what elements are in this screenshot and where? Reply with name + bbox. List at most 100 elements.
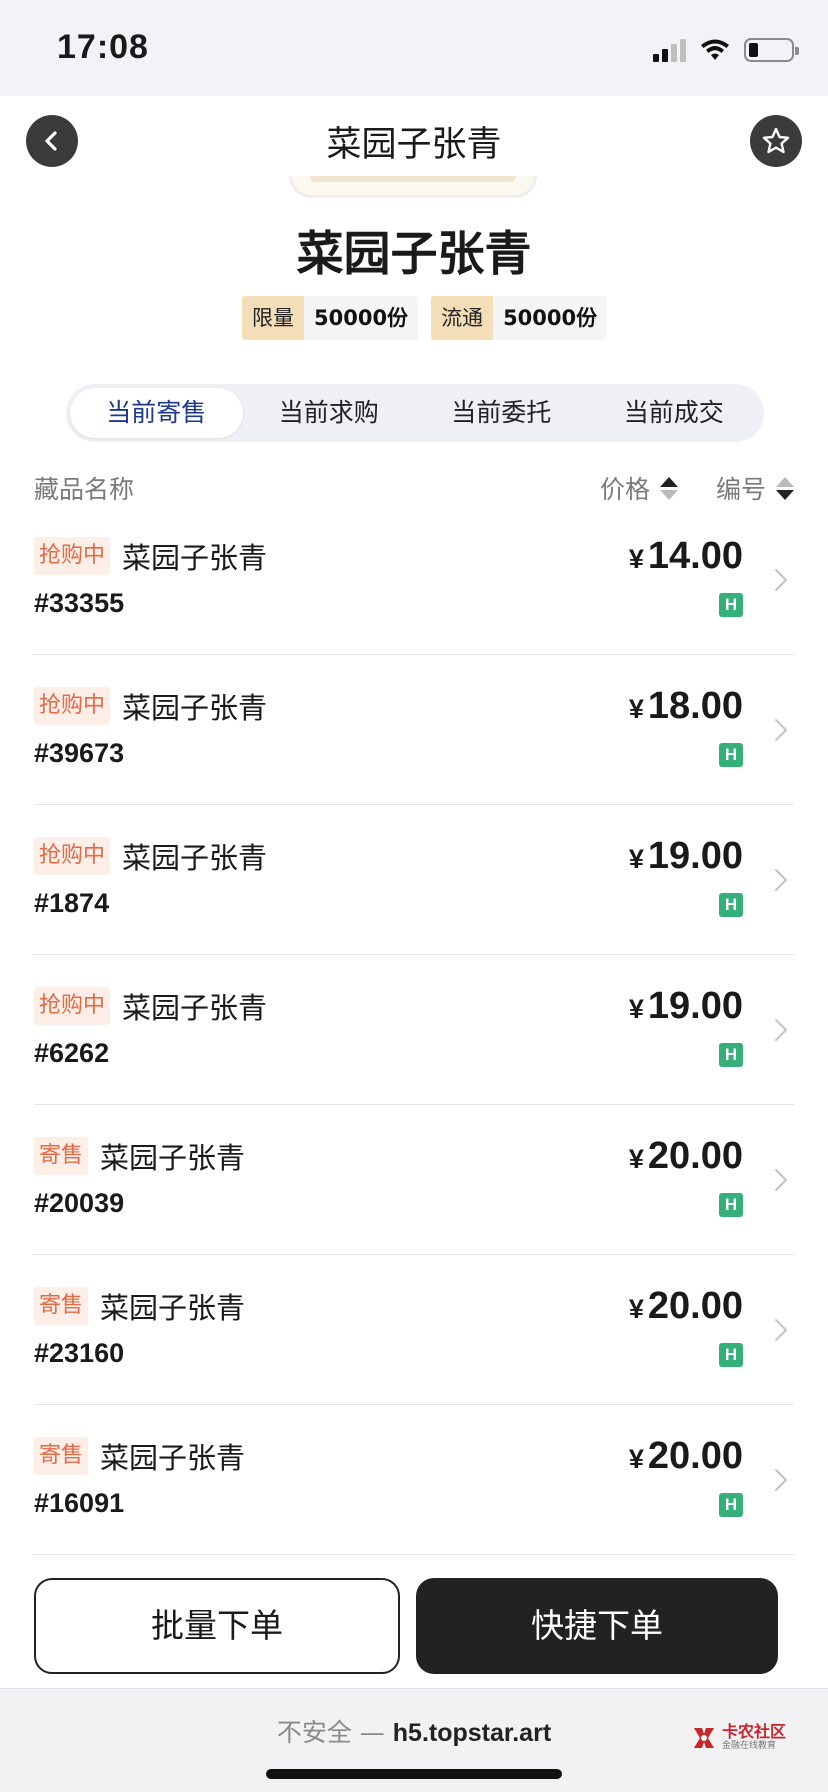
chain-badge: H [719,593,743,617]
listing-serial: #20039 [34,1188,125,1218]
listing-serial: #23160 [34,1338,125,1368]
collectible-image [289,176,537,198]
home-indicator[interactable] [266,1769,562,1779]
wifi-icon [701,39,729,60]
watermark-logo-icon [690,1724,718,1752]
list-header: 藏品名称 价格 编号 [34,466,794,506]
price-amount: 19.00 [647,835,743,877]
listing-serial: #33355 [34,588,125,618]
listing-name: 菜园子张青 [122,541,268,575]
column-price: 价格 [599,475,650,504]
listing-price: ¥20.00 [629,1135,743,1178]
listing-row[interactable]: 寄售 菜园子张青 #16091 ¥20.00 H [34,1405,794,1555]
listing-row[interactable]: 寄售 菜园子张青 #20039 ¥20.00 H [34,1105,794,1255]
price-amount: 18.00 [647,685,743,727]
sort-icon [776,476,794,500]
status-tag: 抢购中 [34,537,111,575]
tab-current-deal[interactable]: 当前成交 [588,388,761,438]
price-amount: 20.00 [647,1435,743,1477]
market-tabs: 当前寄售 当前求购 当前委托 当前成交 [66,384,764,442]
status-tag: 寄售 [34,1287,89,1325]
stat-label: 流通 [431,296,494,340]
quick-order-button[interactable]: 快捷下单 [416,1578,778,1674]
listing-price: ¥19.00 [629,985,743,1028]
listing-serial: #39673 [34,738,125,768]
status-icons [653,36,799,64]
listing-serial: #1874 [34,888,110,918]
batch-order-button[interactable]: 批量下单 [34,1578,400,1674]
watermark: 卡农社区 金融在线教育 [690,1723,786,1752]
listing-price: ¥18.00 [629,685,743,728]
currency-symbol: ¥ [628,544,644,574]
listing-name: 菜园子张青 [122,841,268,875]
tab-current-order[interactable]: 当前委托 [415,388,588,438]
chevron-right-icon [774,1018,788,1046]
listing-name: 菜园子张青 [100,1141,246,1175]
listing-name: 菜园子张青 [100,1291,246,1325]
listing-row[interactable]: 抢购中 菜园子张青 #39673 ¥18.00 H [34,655,794,805]
listing-price: ¥19.00 [629,835,743,878]
listing-price: ¥14.00 [629,535,743,578]
browser-address-bar: 不安全 — h5.topstar.art 卡农社区 金融在线教育 [0,1688,828,1792]
page-header: 菜园子张青 [0,96,828,184]
status-tag: 寄售 [34,1137,89,1175]
column-number: 编号 [715,475,766,504]
listing-name: 菜园子张青 [122,991,268,1025]
price-amount: 14.00 [647,535,743,577]
stat-circulation: 流通 50000份 [431,296,608,340]
stat-value: 50000份 [304,296,419,340]
currency-symbol: ¥ [628,694,644,724]
chevron-right-icon [774,1318,788,1346]
listing-name: 菜园子张青 [122,691,268,725]
chevron-right-icon [774,868,788,896]
stat-value: 50000份 [493,296,608,340]
listing-name: 菜园子张青 [100,1441,246,1475]
chevron-right-icon [774,1168,788,1196]
favorite-button[interactable] [750,115,802,167]
listing-row[interactable]: 抢购中 菜园子张青 #33355 ¥14.00 H [34,505,794,655]
chevron-right-icon [774,568,788,596]
listing-row[interactable]: 寄售 菜园子张青 #23160 ¥20.00 H [34,1255,794,1405]
chain-badge: H [719,893,743,917]
action-bar: 批量下单 快捷下单 [0,1560,828,1688]
collectible-stats: 限量 50000份 流通 50000份 [242,296,608,340]
listing-serial: #16091 [34,1488,125,1518]
watermark-sub: 金融在线教育 [721,1741,776,1751]
status-bar: 17:08 [0,0,828,96]
price-amount: 20.00 [647,1135,743,1177]
listing-price: ¥20.00 [629,1435,743,1478]
currency-symbol: ¥ [628,1444,644,1474]
currency-symbol: ¥ [628,844,644,874]
tab-current-buy[interactable]: 当前求购 [243,388,416,438]
status-tag: 抢购中 [34,687,111,725]
currency-symbol: ¥ [628,994,644,1024]
stat-limit: 限量 50000份 [242,296,419,340]
insecure-label: 不安全 — [276,1718,393,1747]
watermark-main: 卡农社区 [721,1722,786,1741]
url-host: h5.topstar.art [392,1719,552,1747]
column-name: 藏品名称 [34,475,135,504]
star-icon [762,127,790,154]
currency-symbol: ¥ [628,1144,644,1174]
status-tag: 抢购中 [34,837,111,875]
listing-row[interactable]: 抢购中 菜园子张青 #1874 ¥19.00 H [34,805,794,955]
sort-by-number[interactable]: 编号 [716,470,794,506]
listing-list: 抢购中 菜园子张青 #33355 ¥14.00 H 抢购中 菜园子张青 #39673 ¥18.0… [34,505,794,1555]
status-time: 17:08 [57,28,149,66]
page-title: 菜园子张青 [326,125,502,165]
currency-symbol: ¥ [628,1294,644,1324]
price-amount: 20.00 [647,1285,743,1327]
chain-badge: H [719,1193,743,1217]
collectible-title: 菜园子张青 [296,227,532,282]
listing-row[interactable]: 抢购中 菜园子张青 #6262 ¥19.00 H [34,955,794,1105]
battery-icon [744,38,799,62]
chain-badge: H [719,1043,743,1067]
chevron-right-icon [774,1468,788,1496]
chain-badge: H [719,1493,743,1517]
chain-badge: H [719,1343,743,1367]
status-tag: 寄售 [34,1437,89,1475]
chevron-right-icon [774,718,788,746]
sort-icon [660,476,678,500]
tab-current-sale[interactable]: 当前寄售 [70,388,243,438]
sort-by-price[interactable]: 价格 [600,470,678,506]
